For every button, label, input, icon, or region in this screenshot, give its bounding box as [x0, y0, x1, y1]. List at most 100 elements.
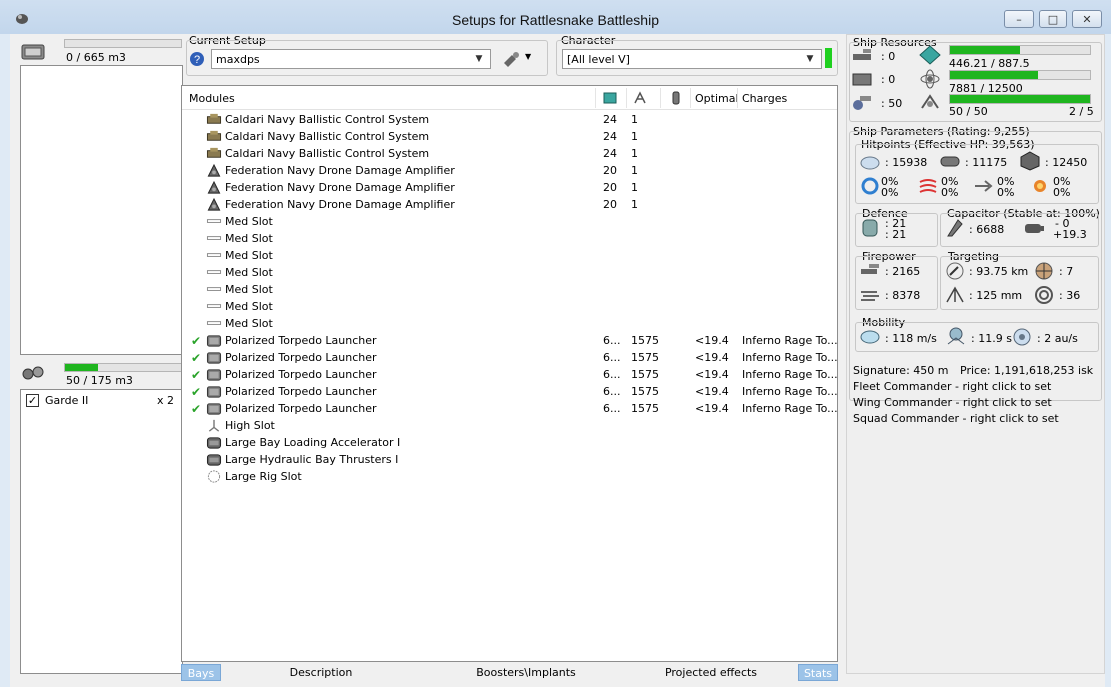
ammo-icon[interactable] [668, 90, 684, 106]
table-row[interactable]: High Slot [182, 417, 837, 434]
module-cpu: 6... [603, 402, 621, 415]
module-name: Federation Navy Drone Damage Amplifier [225, 164, 455, 177]
module-name: Caldari Navy Ballistic Control System [225, 130, 430, 143]
module-powergrid: 1 [631, 198, 638, 211]
close-icon: ✕ [1082, 12, 1092, 26]
max-targets-icon [1035, 262, 1053, 280]
rig-icon [206, 454, 222, 466]
fleet-commander[interactable]: Fleet Commander - right click to set [853, 380, 1051, 393]
setup-select[interactable]: maxdps ▼ [211, 49, 491, 69]
column-header-optimal[interactable]: Optimal [695, 92, 739, 105]
kinetic-resist-icon [975, 180, 993, 192]
drone-list[interactable]: ✓ Garde II x 2 [20, 389, 183, 674]
setup-tools-button[interactable]: ▼ [500, 49, 544, 69]
em-resist-icon [861, 177, 879, 195]
table-row[interactable]: Federation Navy Drone Damage Amplifier 20… [182, 162, 837, 179]
online-check-icon[interactable]: ✔ [191, 385, 201, 399]
table-row[interactable]: Med Slot [182, 298, 837, 315]
column-header-modules[interactable]: Modules [189, 92, 235, 105]
chevron-down-icon: ▼ [525, 52, 532, 61]
module-cpu: 20 [603, 198, 617, 211]
table-row[interactable]: Large Bay Loading Accelerator I [182, 434, 837, 451]
module-charge: Inferno Rage To... [742, 385, 838, 398]
wing-commander[interactable]: Wing Commander - right click to set [853, 396, 1052, 409]
target-range-value: : 93.75 km [969, 265, 1029, 278]
defence-icon [862, 219, 878, 237]
minimize-button[interactable]: – [1004, 10, 1034, 28]
dda-icon [207, 197, 221, 211]
table-row[interactable]: Med Slot [182, 281, 837, 298]
powergrid-icon[interactable] [632, 90, 648, 106]
sensor-strength-icon [1035, 286, 1053, 304]
module-cpu: 24 [603, 130, 617, 143]
table-row[interactable]: ✔ Polarized Torpedo Launcher 6... 1575 <19.4… [182, 366, 838, 383]
character-select[interactable]: [All level V] ▼ [562, 49, 822, 69]
squad-commander[interactable]: Squad Commander - right click to set [853, 412, 1059, 425]
capacitor-recharge-icon [1025, 224, 1044, 233]
table-row[interactable]: Large Hydraulic Bay Thrusters I [182, 451, 837, 468]
close-button[interactable]: ✕ [1072, 10, 1102, 28]
table-row[interactable]: Caldari Navy Ballistic Control System 24 1 [182, 145, 837, 162]
cargo-list[interactable] [20, 65, 183, 355]
table-row[interactable]: ✔ Polarized Torpedo Launcher 6... 1575 <19.4… [182, 400, 838, 417]
tab-boosters-implants[interactable]: Boosters\Implants [416, 664, 636, 681]
drone-bandwidth-bar [949, 94, 1091, 104]
tab-stats[interactable]: Stats [798, 664, 838, 681]
cpu-usage: 446.21 / 887.5 [949, 57, 1030, 70]
dda-icon [207, 163, 221, 177]
cpu-icon [919, 45, 941, 65]
modules-panel[interactable]: Modules Optimal Charges Caldari Navy Bal… [181, 85, 838, 662]
list-item[interactable]: ✓ Garde II x 2 [26, 394, 176, 408]
empty-med-slot-icon [206, 236, 222, 240]
drone-bandwidth-bar-fill [950, 95, 1090, 103]
module-powergrid: 1575 [631, 368, 659, 381]
table-row[interactable]: Federation Navy Drone Damage Amplifier 20… [182, 196, 837, 213]
module-name: Polarized Torpedo Launcher [225, 334, 377, 347]
online-check-icon[interactable]: ✔ [191, 351, 201, 365]
module-cpu: 24 [603, 147, 617, 160]
table-row[interactable]: ✔ Polarized Torpedo Launcher 6... 1575 <19.4… [182, 383, 838, 400]
table-row[interactable]: ✔ Polarized Torpedo Launcher 6... 1575 <19.4… [182, 332, 838, 349]
powergrid-bar [949, 70, 1091, 80]
torpedo-launcher-icon [206, 403, 222, 415]
tab-bays[interactable]: Bays [181, 664, 221, 681]
shield-hp: : 15938 [885, 156, 928, 169]
structure-hp: : 12450 [1045, 156, 1088, 169]
online-check-icon[interactable]: ✔ [191, 402, 201, 416]
chevron-down-icon: ▼ [475, 54, 483, 64]
table-row[interactable]: Med Slot [182, 315, 837, 332]
module-optimal: <19.4 [695, 334, 729, 347]
empty-rig-slot-icon [207, 470, 221, 483]
chevron-down-icon: ▼ [806, 54, 814, 64]
tab-projected-effects[interactable]: Projected effects [636, 664, 786, 681]
drone-bay-bar [64, 363, 182, 372]
cpu-icon[interactable] [602, 90, 618, 106]
table-row[interactable]: Caldari Navy Ballistic Control System 24 1 [182, 128, 837, 145]
online-check-icon[interactable]: ✔ [191, 368, 201, 382]
tab-description[interactable]: Description [226, 664, 416, 681]
bcs-icon [206, 113, 222, 124]
table-row[interactable]: Med Slot [182, 213, 837, 230]
module-optimal: <19.4 [695, 385, 729, 398]
help-icon[interactable]: ? [189, 51, 205, 67]
module-optimal: <19.4 [695, 402, 729, 415]
online-check-icon[interactable]: ✔ [191, 334, 201, 348]
column-header-charges[interactable]: Charges [742, 92, 787, 105]
table-row[interactable]: Federation Navy Drone Damage Amplifier 20… [182, 179, 837, 196]
module-charge: Inferno Rage To... [742, 368, 838, 381]
module-name: Med Slot [225, 266, 273, 279]
maximize-button[interactable]: □ [1039, 10, 1067, 28]
table-row[interactable]: Large Rig Slot [182, 468, 837, 485]
drone-name: Garde II [45, 394, 89, 407]
table-row[interactable]: ✔ Polarized Torpedo Launcher 6... 1575 <19.4… [182, 349, 838, 366]
table-row[interactable]: Med Slot [182, 264, 837, 281]
setup-select-value: maxdps [216, 53, 260, 66]
module-powergrid: 1 [631, 181, 638, 194]
module-name: Caldari Navy Ballistic Control System [225, 147, 430, 160]
drone-checkbox[interactable]: ✓ [26, 394, 39, 407]
table-row[interactable]: Med Slot [182, 230, 837, 247]
align-time-value: : 11.9 s [971, 332, 1012, 345]
table-row[interactable]: Med Slot [182, 247, 837, 264]
module-optimal: <19.4 [695, 368, 729, 381]
table-row[interactable]: Caldari Navy Ballistic Control System 24 1 [182, 111, 837, 128]
